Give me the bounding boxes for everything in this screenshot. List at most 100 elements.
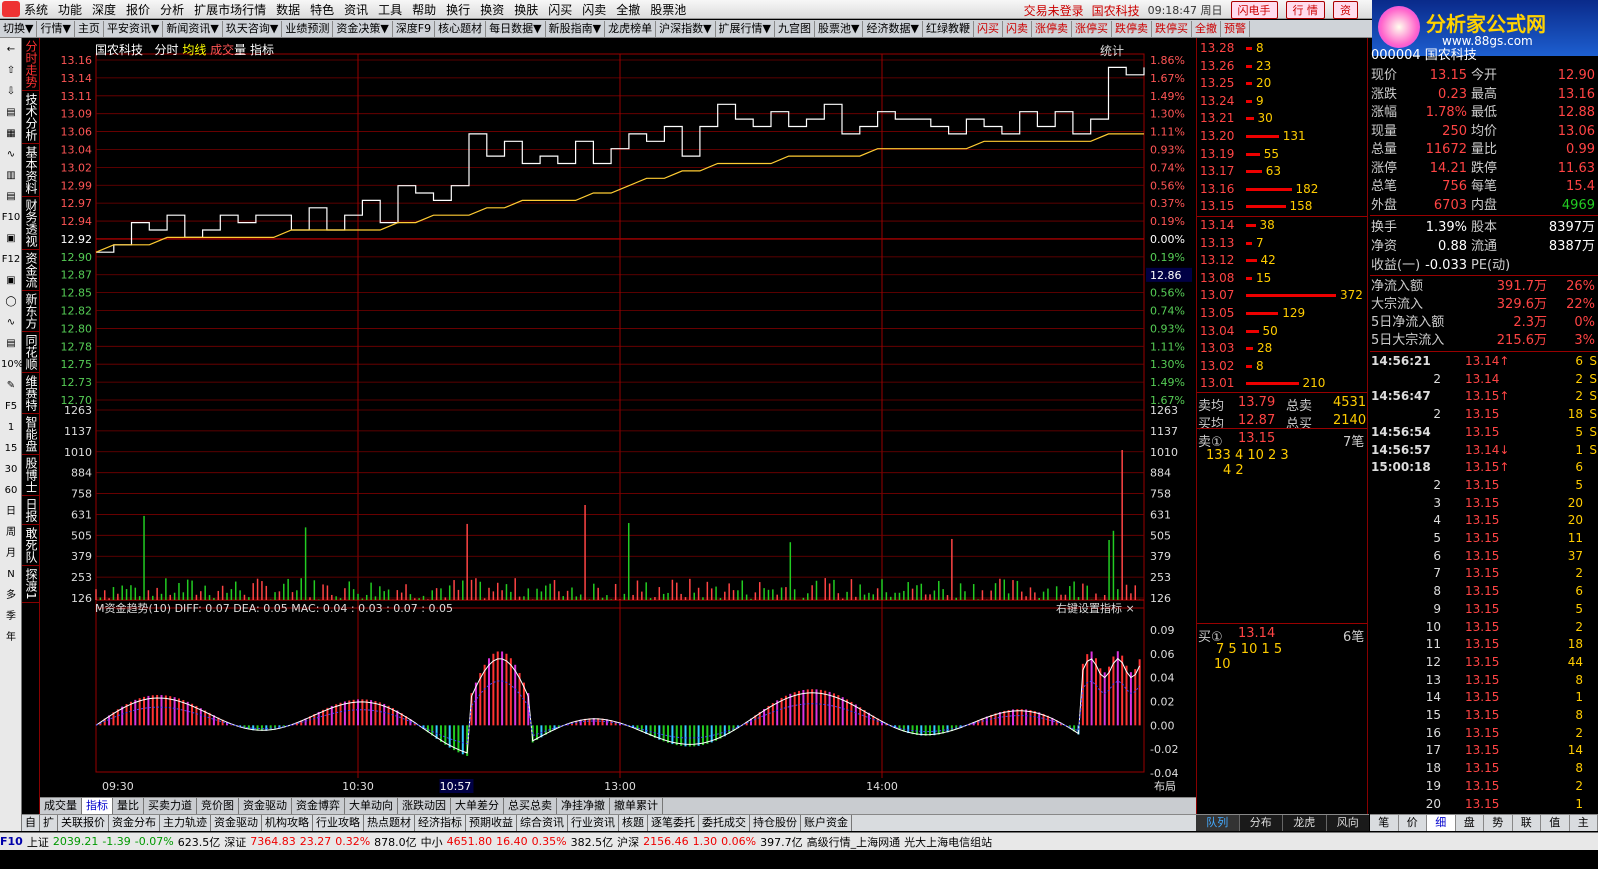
tick-row[interactable]: 20 13.15 1: [1371, 796, 1597, 814]
network-status-2[interactable]: 光大上海电信组站: [904, 834, 992, 850]
stat-button[interactable]: 统计: [1100, 42, 1124, 59]
toolbar-button[interactable]: 切换▼: [0, 20, 38, 37]
chart-subtab[interactable]: 涨跌动因: [398, 798, 451, 814]
quote-panel-tab[interactable]: 盘: [1456, 815, 1484, 831]
toolbar-button[interactable]: 股票池▼: [815, 20, 864, 37]
tick-row[interactable]: 3 13.15 20: [1371, 495, 1597, 513]
left-tab[interactable]: 基本资料: [22, 144, 40, 197]
function-tab[interactable]: 资金分布: [109, 815, 160, 831]
toolbar-button[interactable]: 平安资讯▼: [104, 20, 164, 37]
quote-button[interactable]: 行 情: [1285, 1, 1325, 19]
chart-subtab[interactable]: 指标: [82, 798, 113, 814]
menu-item[interactable]: 数据: [276, 1, 310, 18]
toolbar-button[interactable]: 涨停卖: [1032, 20, 1072, 37]
order-book-row[interactable]: 13.01 210: [1200, 376, 1366, 393]
function-tab[interactable]: 持仓股份: [750, 815, 801, 831]
flash-trade-button[interactable]: 闪电手: [1230, 1, 1278, 19]
function-tab[interactable]: 预期收益: [466, 815, 517, 831]
order-book-row[interactable]: 13.05 129: [1200, 306, 1366, 323]
toolbar-button[interactable]: 跌停买: [1152, 20, 1192, 37]
toolbar-button[interactable]: 每日数据▼: [486, 20, 546, 37]
order-book-row[interactable]: 13.04 50: [1200, 324, 1366, 341]
tick-row[interactable]: 8 13.15 6: [1371, 583, 1597, 601]
menu-item[interactable]: 换行: [446, 1, 480, 18]
tick-row[interactable]: 17 13.15 14: [1371, 742, 1597, 760]
left-tab[interactable]: 财务透视: [22, 197, 40, 250]
function-tab[interactable]: 行业攻略: [313, 815, 364, 831]
function-tab[interactable]: 账户资金: [801, 815, 852, 831]
tick-row[interactable]: 4 13.15 20: [1371, 512, 1597, 530]
toolbar-button[interactable]: 行情▼: [37, 20, 75, 37]
menu-item[interactable]: 换资: [480, 1, 514, 18]
order-book-row[interactable]: 13.24 9: [1200, 94, 1366, 111]
left-tool-icon[interactable]: ∿: [1, 146, 21, 164]
network-status-1[interactable]: 高级行情_上海网通: [807, 834, 901, 850]
tick-row[interactable]: 14 13.15 1: [1371, 689, 1597, 707]
order-book-row[interactable]: 13.15 158: [1200, 199, 1366, 216]
menu-item[interactable]: 闪买: [548, 1, 582, 18]
chart-tab-deal[interactable]: 成交: [210, 43, 234, 57]
left-tool-icon[interactable]: ✎: [1, 377, 21, 395]
left-tool-icon[interactable]: 60: [1, 482, 21, 500]
left-tool-icon[interactable]: 日: [1, 503, 21, 521]
left-tool-icon[interactable]: 30: [1, 461, 21, 479]
order-book-row[interactable]: 13.17 63: [1200, 164, 1366, 181]
order-book-tab[interactable]: 龙虎: [1283, 815, 1327, 831]
left-tool-icon[interactable]: ◯: [1, 293, 21, 311]
f10-button[interactable]: F10: [0, 835, 23, 848]
order-book-row[interactable]: 13.14 38: [1200, 218, 1366, 235]
tick-row[interactable]: 14:56:57 13.14↓ 1 S: [1371, 442, 1597, 460]
menu-item[interactable]: 资讯: [344, 1, 378, 18]
toolbar-button[interactable]: 经济数据▼: [863, 20, 923, 37]
toolbar-button[interactable]: 闪卖: [1003, 20, 1032, 37]
function-tab[interactable]: 核题: [619, 815, 648, 831]
function-tab[interactable]: 热点题材: [364, 815, 415, 831]
menu-item[interactable]: 换肤: [514, 1, 548, 18]
left-tab[interactable]: 探渡1: [22, 566, 40, 603]
function-tab[interactable]: 自: [22, 815, 40, 831]
toolbar-button[interactable]: 核心题材: [435, 20, 487, 37]
menu-item[interactable]: 分析: [160, 1, 194, 18]
order-book-tab[interactable]: 风向: [1327, 815, 1370, 831]
tick-row[interactable]: 13 13.15 8: [1371, 672, 1597, 690]
order-book-row[interactable]: 13.13 7: [1200, 236, 1366, 253]
chart-subtab[interactable]: 资金驱动: [239, 798, 292, 814]
menu-item[interactable]: 功能: [58, 1, 92, 18]
toolbar-button[interactable]: 预警: [1221, 20, 1250, 37]
tick-row[interactable]: 12 13.15 44: [1371, 654, 1597, 672]
chart-tab-avg[interactable]: 均线: [182, 43, 206, 57]
chart-tab-indicator[interactable]: 指标: [250, 43, 274, 57]
left-tool-icon[interactable]: F10: [1, 209, 21, 227]
order-book-row[interactable]: 13.28 8: [1200, 41, 1366, 58]
left-tab[interactable]: 技术分析: [22, 91, 40, 144]
order-book-row[interactable]: 13.08 15: [1200, 271, 1366, 288]
toolbar-button[interactable]: 涨停买: [1072, 20, 1112, 37]
tick-row[interactable]: 2 13.14 2 S: [1371, 371, 1597, 389]
tick-row[interactable]: 14:56:47 13.15↑ 2 S: [1371, 388, 1597, 406]
toolbar-button[interactable]: 新股指南▼: [546, 20, 606, 37]
tick-row[interactable]: 14:56:21 13.14↑ 6 S: [1371, 353, 1597, 371]
left-tool-icon[interactable]: ←: [1, 41, 21, 59]
tick-row[interactable]: 9 13.15 5: [1371, 601, 1597, 619]
quote-panel-tab[interactable]: 细: [1427, 815, 1456, 831]
function-tab[interactable]: 主力轨迹: [160, 815, 211, 831]
toolbar-button[interactable]: 跌停卖: [1112, 20, 1152, 37]
tick-row[interactable]: 5 13.15 11: [1371, 530, 1597, 548]
chart-subtab[interactable]: 大单动向: [345, 798, 398, 814]
left-tool-icon[interactable]: 周: [1, 524, 21, 542]
function-tab[interactable]: 经济指标: [415, 815, 466, 831]
left-tool-icon[interactable]: ▣: [1, 272, 21, 290]
chart-subtab[interactable]: 量比: [113, 798, 144, 814]
left-tool-icon[interactable]: ⇩: [1, 83, 21, 101]
tick-row[interactable]: 16 13.15 2: [1371, 725, 1597, 743]
toolbar-button[interactable]: 闪买: [974, 20, 1003, 37]
order-book-row[interactable]: 13.21 30: [1200, 111, 1366, 128]
tick-row[interactable]: 18 13.15 8: [1371, 760, 1597, 778]
order-book-tab[interactable]: 队列: [1196, 815, 1240, 831]
menu-item[interactable]: 帮助: [412, 1, 446, 18]
menu-item[interactable]: 报价: [126, 1, 160, 18]
toolbar-button[interactable]: 沪深指数▼: [656, 20, 716, 37]
left-tab[interactable]: 资金流: [22, 250, 40, 291]
left-tab[interactable]: 同花顺: [22, 332, 40, 373]
tick-row[interactable]: 6 13.15 37: [1371, 548, 1597, 566]
